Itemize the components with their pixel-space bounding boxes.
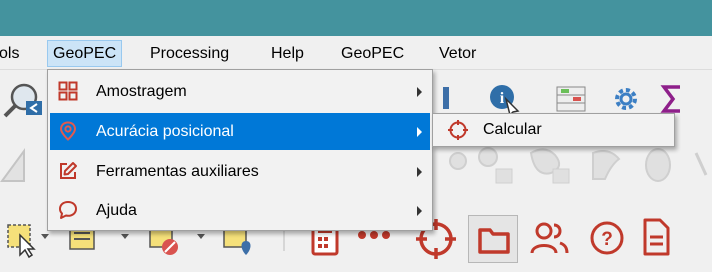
speech-bubble-icon [59,201,77,219]
chevron-down-icon[interactable] [40,233,50,241]
chevron-down-icon[interactable] [120,233,130,241]
menu-item-label: Acurácia posicional [96,123,234,140]
help-icon[interactable]: ? [588,219,626,257]
acuracia-submenu: Calcular [432,113,675,147]
settings-gear-icon[interactable] [610,83,642,115]
measure-icon[interactable] [0,145,28,185]
menu-item-ferramentas-auxiliares[interactable]: Ferramentas auxiliares [50,153,430,190]
disabled-edit-icon-2[interactable] [470,143,520,187]
zoom-icon[interactable] [2,79,42,119]
chevron-down-icon[interactable] [196,233,206,241]
map-pin-icon [59,121,77,141]
menu-item-acuracia-posicional[interactable]: Acurácia posicional [50,113,430,150]
grid-icon [58,81,78,101]
window-title-bar [0,0,712,36]
svg-text:i: i [500,90,505,107]
disabled-edit-icon-3[interactable] [525,143,575,187]
sum-icon[interactable] [660,83,684,115]
select-features-icon[interactable] [4,219,38,259]
disabled-edit-icon-5[interactable] [638,143,678,187]
disabled-edit-icon-6[interactable] [692,149,712,179]
menu-item-calcular[interactable]: Calcular [435,116,672,144]
folder-icon [478,228,510,254]
menu-item-amostragem[interactable]: Amostragem [50,73,430,110]
menu-item-label: Calcular [483,121,542,138]
submenu-arrow-icon [417,87,422,97]
menu-item-ajuda[interactable]: Ajuda [50,192,430,229]
svg-text:?: ? [601,229,613,250]
geopec-dropdown-menu: Amostragem Acurácia posicional Ferrament… [47,69,433,231]
menu-item-label: Amostragem [96,83,187,100]
menu-geopec[interactable]: GeoPEC [336,40,409,67]
submenu-arrow-icon [417,206,422,216]
menu-tools[interactable]: ols [0,40,24,67]
menu-bar: ols GeoPEC Processing Help GeoPEC Vetor [0,36,712,70]
menu-item-label: Ajuda [96,202,137,219]
document-icon[interactable] [640,217,672,257]
folder-button[interactable] [468,215,518,263]
menu-help[interactable]: Help [266,40,309,67]
menu-item-label: Ferramentas auxiliares [96,163,259,180]
menu-geopec-active[interactable]: GeoPEC [47,40,123,67]
disabled-edit-icon-4[interactable] [585,143,625,187]
users-icon[interactable] [530,219,570,259]
menu-vetor[interactable]: Vetor [434,40,481,67]
menu-processing[interactable]: Processing [145,40,234,67]
edit-icon [60,162,77,179]
crosshair-icon [448,120,468,140]
attribute-table-icon[interactable] [555,83,587,113]
toolbar-icon-partial[interactable] [440,85,450,111]
submenu-arrow-icon [417,127,422,137]
identify-icon[interactable]: i [488,83,522,115]
submenu-arrow-icon [417,167,422,177]
